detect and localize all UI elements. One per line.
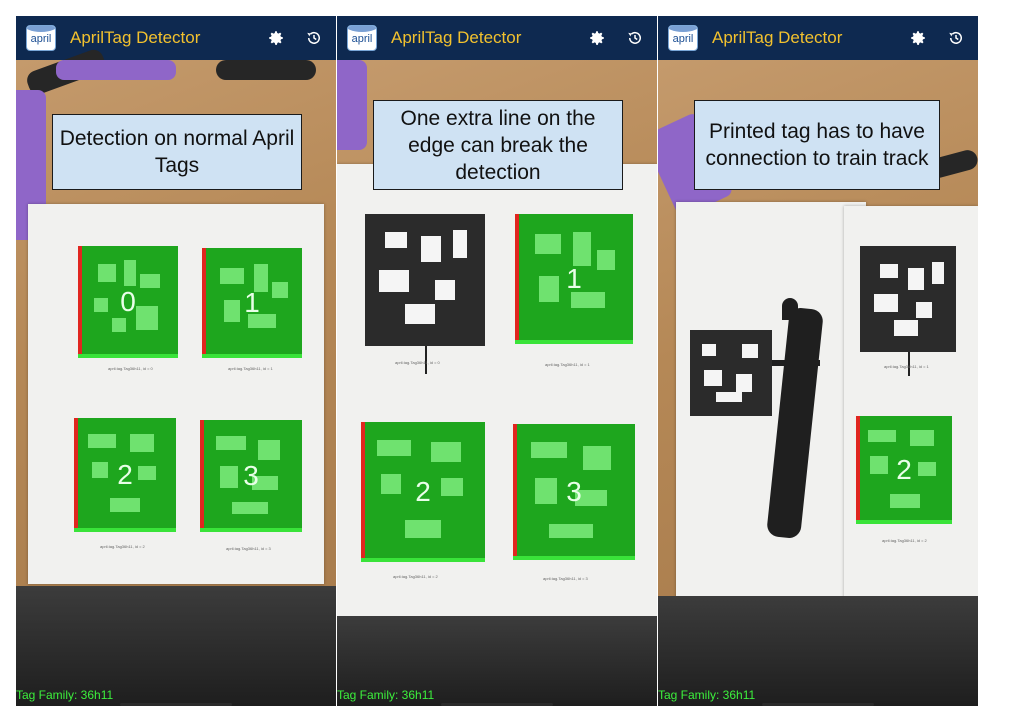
app-bar: april AprilTag Detector — [658, 16, 978, 60]
camera-view: april.tag.Tag36h11, id = 0 1 april.tag.T… — [337, 60, 657, 706]
tag-family-label: Tag Family: 36h11 — [658, 688, 756, 702]
tag-3: 3 — [200, 420, 302, 532]
app-logo-text: april — [672, 33, 694, 45]
tag-2: 2 — [361, 422, 485, 562]
tag-1: 1 — [515, 214, 633, 344]
tag-id-label: 1 — [244, 287, 260, 318]
tag-caption: april.tag.Tag36h11, id = 2 — [100, 544, 145, 549]
tag-id-label: 2 — [896, 454, 912, 485]
tag-id-label: 2 — [117, 459, 133, 490]
gear-icon[interactable] — [264, 26, 288, 50]
tag-caption: april.tag.Tag36h11, id = 0 — [395, 360, 440, 365]
app-logo-text: april — [30, 33, 52, 45]
home-indicator[interactable] — [441, 703, 553, 706]
tag-1: 1 — [202, 248, 302, 358]
tag-caption: april.tag.Tag36h11, id = 1 — [884, 364, 929, 369]
app-bar: april AprilTag Detector — [337, 16, 657, 60]
tag-caption: april.tag.Tag36h11, id = 1 — [228, 366, 273, 371]
app-logo: april — [347, 25, 377, 51]
tag-3: 3 — [513, 424, 635, 560]
tag-1-undetected — [860, 246, 956, 352]
camera-view: 0 april.tag.Tag36h11, id = 0 1 april.tag… — [16, 47, 336, 706]
tag-id-label: 0 — [120, 286, 136, 317]
tag-id-label: 2 — [415, 476, 431, 507]
gear-icon[interactable] — [906, 26, 930, 50]
tag-caption: april.tag.Tag36h11, id = 3 — [543, 576, 588, 581]
phone-screen-2: april AprilTag Detector april.tag.Tag36h… — [337, 16, 657, 706]
app-logo-text: april — [351, 33, 373, 45]
app-title: AprilTag Detector — [70, 28, 201, 47]
annotation-note: One extra line on the edge can break the… — [373, 100, 623, 190]
app-logo: april — [26, 25, 56, 51]
home-indicator[interactable] — [120, 703, 232, 706]
tag-caption: april.tag.Tag36h11, id = 3 — [226, 546, 271, 551]
train-track-piece — [782, 298, 798, 320]
camera-view: april.tag.Tag36h11, id = 1 2 april.tag.T… — [658, 60, 978, 706]
phone-screen-1: april AprilTag Detector 0 april.tag.Tag3… — [16, 16, 336, 706]
tag-family-label: Tag Family: 36h11 — [337, 688, 435, 702]
tag-id-label: 3 — [243, 460, 259, 491]
printed-tag-undetected — [690, 330, 772, 416]
tag-family-label: Tag Family: 36h11 — [16, 688, 114, 702]
history-icon[interactable] — [302, 26, 326, 50]
annotation-note: Detection on normal April Tags — [52, 114, 302, 190]
tag-id-label: 1 — [566, 263, 582, 294]
tag-2: 2 — [856, 416, 952, 524]
tag-0-undetected — [365, 214, 485, 346]
tag-0: 0 — [78, 246, 178, 358]
tag-caption: april.tag.Tag36h11, id = 2 — [393, 574, 438, 579]
app-bar: april AprilTag Detector — [16, 16, 336, 60]
app-logo: april — [668, 25, 698, 51]
home-indicator[interactable] — [762, 703, 874, 706]
tag-2: 2 — [74, 418, 176, 532]
phone-screen-3: april AprilTag Detector april.tag.Tag36h… — [658, 16, 978, 706]
tag-caption: april.tag.Tag36h11, id = 1 — [545, 362, 590, 367]
tag-caption: april.tag.Tag36h11, id = 2 — [882, 538, 927, 543]
history-icon[interactable] — [623, 26, 647, 50]
app-title: AprilTag Detector — [391, 28, 522, 47]
tag-caption: april.tag.Tag36h11, id = 0 — [108, 366, 153, 371]
tag-id-label: 3 — [566, 476, 582, 507]
annotation-note: Printed tag has to have connection to tr… — [694, 100, 940, 190]
history-icon[interactable] — [944, 26, 968, 50]
app-title: AprilTag Detector — [712, 28, 843, 47]
gear-icon[interactable] — [585, 26, 609, 50]
